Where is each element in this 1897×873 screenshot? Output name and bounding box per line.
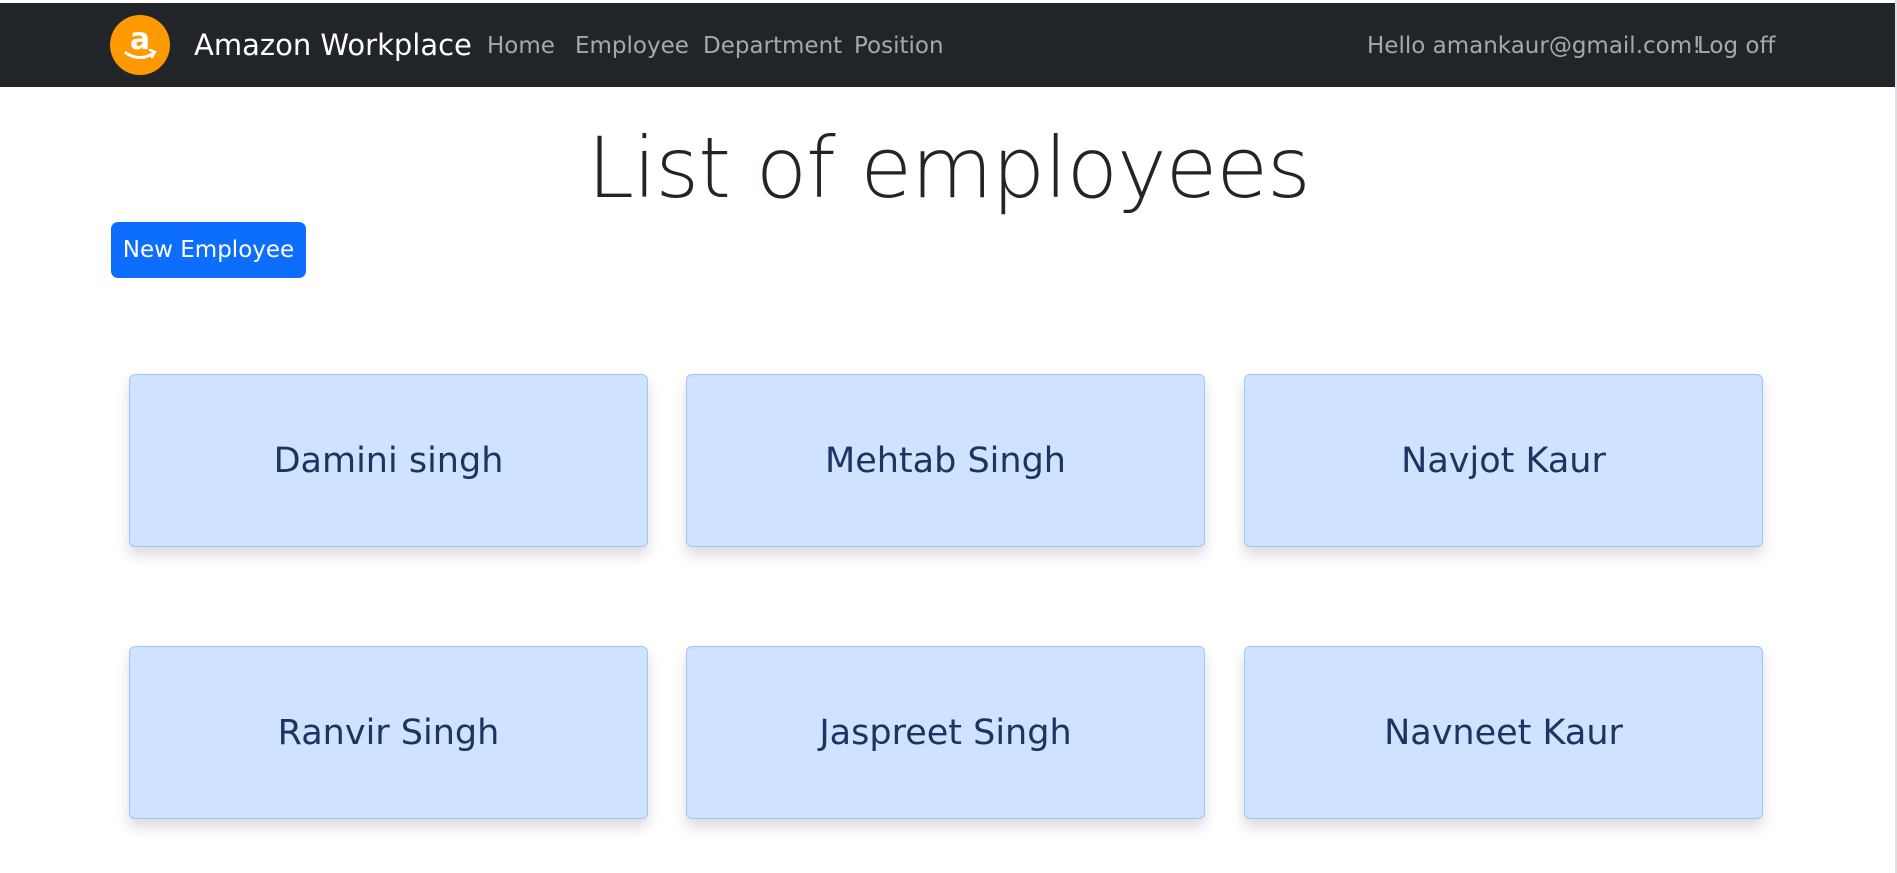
nav-department[interactable]: Department — [703, 29, 842, 63]
employee-name: Jaspreet Singh — [819, 712, 1072, 753]
employee-card[interactable]: Navjot Kaur — [1244, 374, 1763, 547]
nav-home[interactable]: Home — [487, 29, 555, 63]
employee-card[interactable]: Ranvir Singh — [129, 646, 648, 819]
amazon-logo-icon[interactable]: a — [110, 15, 170, 75]
svg-text:a: a — [130, 22, 150, 57]
page-title: List of employees — [587, 119, 1311, 217]
employee-name: Damini singh — [273, 440, 504, 481]
employee-card[interactable]: Mehtab Singh — [686, 374, 1205, 547]
employee-card[interactable]: Jaspreet Singh — [686, 646, 1205, 819]
employee-card[interactable]: Damini singh — [129, 374, 648, 547]
employee-name: Navneet Kaur — [1384, 712, 1623, 753]
brand-name[interactable]: Amazon Workplace — [194, 25, 472, 65]
logoff-link[interactable]: Log off — [1697, 29, 1775, 63]
employee-card[interactable]: Navneet Kaur — [1244, 646, 1763, 819]
employee-name: Ranvir Singh — [277, 712, 500, 753]
nav-position[interactable]: Position — [854, 29, 944, 63]
navbar: a Amazon Workplace Home Employee Departm… — [0, 3, 1897, 87]
employee-name: Navjot Kaur — [1401, 440, 1606, 481]
user-greeting[interactable]: Hello amankaur@gmail.com! — [1367, 29, 1701, 63]
new-employee-button[interactable]: New Employee — [111, 222, 306, 278]
employee-name: Mehtab Singh — [825, 440, 1066, 481]
nav-employee[interactable]: Employee — [575, 29, 689, 63]
